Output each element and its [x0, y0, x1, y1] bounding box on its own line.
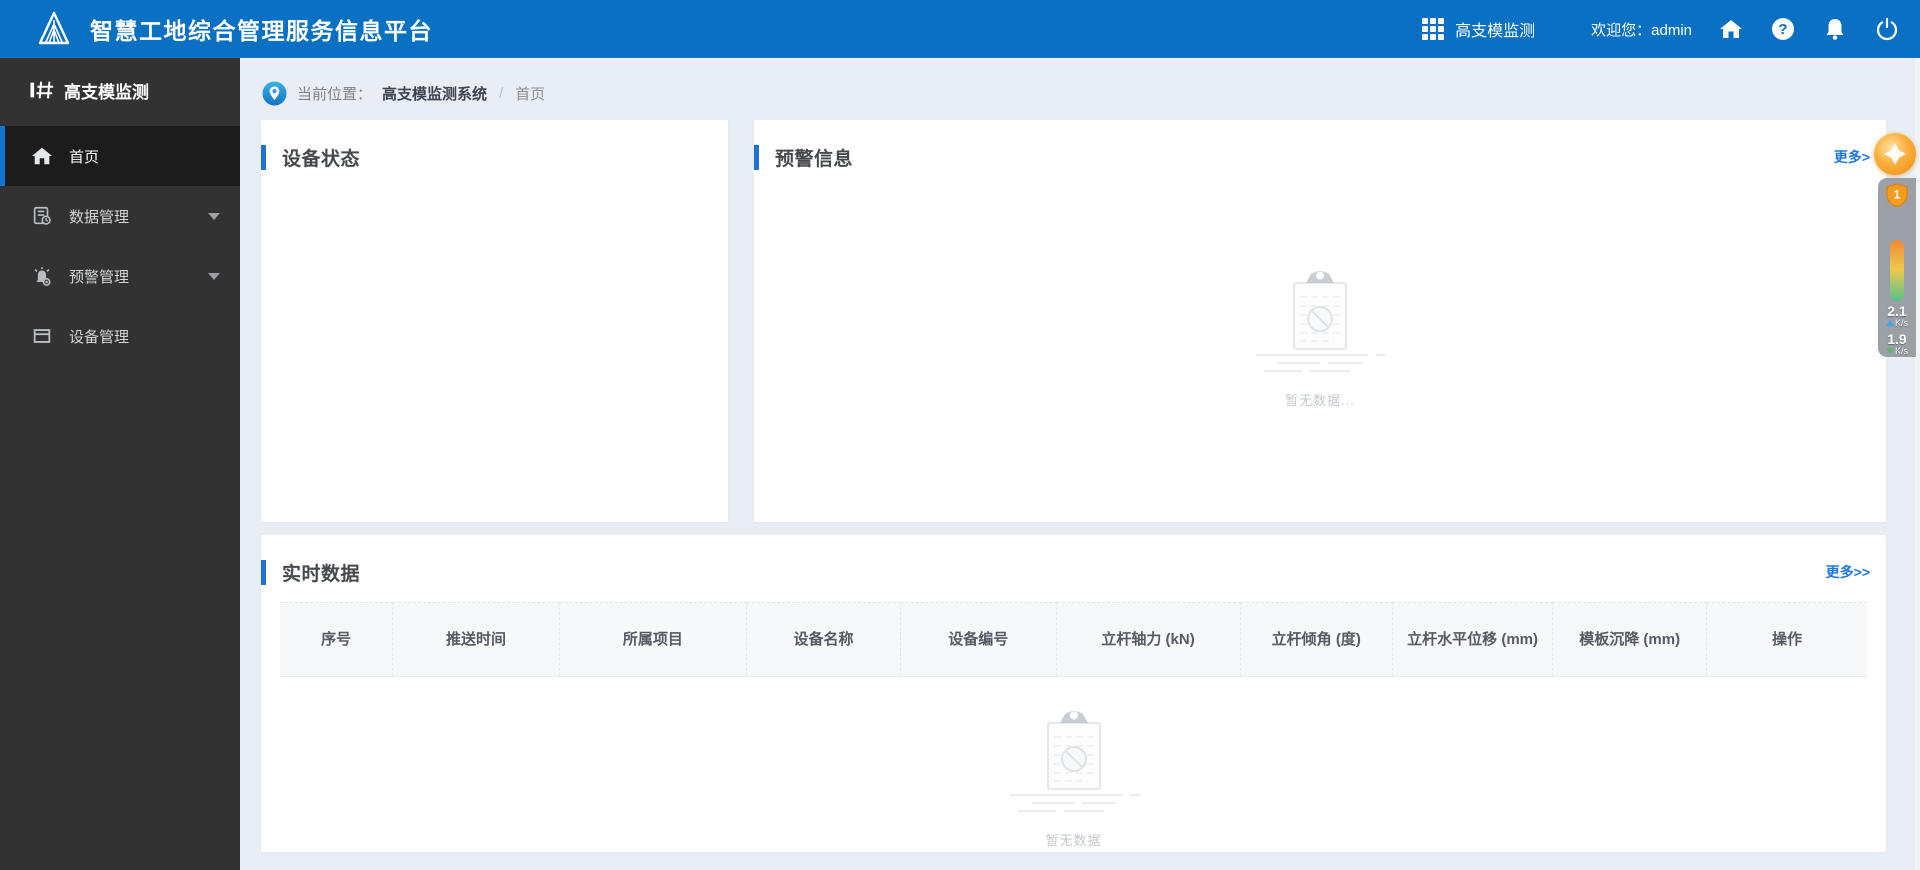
- realtime-more-link[interactable]: 更多>>: [1826, 562, 1870, 582]
- chevron-down-icon: [208, 213, 220, 220]
- shield-badge-count: 1: [1894, 188, 1901, 202]
- realtime-data-table: 序号 推送时间 所属项目 设备名称 设备编号 立杆轴力 (kN) 立杆倾角 (度) 立杆水平位…: [280, 602, 1867, 677]
- upload-speed-unit: K/s: [1894, 318, 1908, 328]
- realtime-empty-state: 暂无数据: [261, 707, 1886, 849]
- breadcrumb: 当前位置： 高支模监测系统 / 首页: [262, 78, 1920, 108]
- apps-grid-icon: [1420, 16, 1446, 42]
- sidebar-nav: 首页 数据管理 预警管理 设备管理: [0, 126, 240, 366]
- security-ball-icon[interactable]: [1874, 133, 1916, 175]
- column-header: 立杆轴力 (kN): [1056, 602, 1241, 677]
- device-status-panel-header: 设备状态: [261, 120, 728, 171]
- upload-speed-value: 2.1: [1887, 303, 1907, 319]
- welcome-label: 欢迎您：: [1591, 21, 1652, 39]
- realtime-table-header-row: 序号 推送时间 所属项目 设备名称 设备编号 立杆轴力 (kN) 立杆倾角 (度) 立杆水平位…: [280, 602, 1867, 677]
- column-header: 设备编号: [900, 602, 1057, 677]
- panel-title: 设备状态: [282, 149, 361, 170]
- data-management-icon: [30, 204, 54, 228]
- download-speed-unit: K/s: [1894, 346, 1908, 356]
- app-switcher[interactable]: 高支模监测: [1420, 16, 1535, 42]
- sidebar-item-data-management[interactable]: 数据管理: [0, 186, 240, 246]
- sidebar-item-label: 预警管理: [69, 268, 130, 286]
- device-management-icon: [30, 324, 54, 348]
- sidebar-item-alarm-management[interactable]: 预警管理: [0, 246, 240, 306]
- panel-title: 实时数据: [282, 564, 361, 585]
- platform-logo-icon: [34, 9, 74, 49]
- sidebar-item-label: 设备管理: [69, 328, 130, 346]
- upload-speed: 2.1 K/s: [1885, 303, 1908, 329]
- top-panels-row: 设备状态 预警信息 更多> 暂无数据...: [261, 120, 1886, 522]
- device-status-panel: 设备状态: [261, 120, 728, 522]
- breadcrumb-prefix: 当前位置：: [297, 85, 373, 103]
- username: admin: [1651, 21, 1692, 39]
- column-header: 立杆倾角 (度): [1240, 602, 1393, 677]
- sidebar-brand: 高支模监测: [0, 58, 240, 122]
- sidebar-item-home[interactable]: 首页: [0, 126, 240, 186]
- column-header: 操作: [1706, 602, 1867, 677]
- net-speed-widget[interactable]: 1 2.1 K/s 1.9 K/s: [1878, 178, 1916, 357]
- warning-info-panel-header: 预警信息 更多>: [754, 120, 1886, 171]
- column-header: 推送时间: [392, 602, 560, 677]
- sidebar-brand-label: 高支模监测: [64, 82, 149, 102]
- platform-title: 智慧工地综合管理服务信息平台: [90, 18, 433, 44]
- location-pin-icon: [262, 81, 287, 106]
- empty-text: 暂无数据...: [1285, 393, 1355, 408]
- realtime-data-panel-header: 实时数据 更多>>: [261, 535, 1886, 586]
- warning-empty-state: 暂无数据...: [754, 267, 1886, 409]
- bell-icon[interactable]: [1822, 16, 1848, 42]
- home-icon[interactable]: [1718, 16, 1744, 42]
- main-content: 当前位置： 高支模监测系统 / 首页 设备状态 预警信息 更多> 暂无数据...…: [240, 58, 1920, 870]
- shield-badge-icon: 1: [1886, 183, 1908, 212]
- empty-text: 暂无数据: [1045, 833, 1102, 848]
- download-speed: 1.9 K/s: [1885, 331, 1908, 357]
- power-icon[interactable]: [1874, 16, 1900, 42]
- download-speed-value: 1.9: [1887, 331, 1907, 347]
- download-arrow-icon: [1885, 348, 1894, 354]
- help-icon[interactable]: ?: [1770, 16, 1796, 42]
- column-header: 立杆水平位移 (mm): [1392, 602, 1554, 677]
- breadcrumb-separator: /: [499, 84, 504, 102]
- sidebar-item-label: 数据管理: [69, 208, 130, 226]
- home-icon: [30, 144, 54, 168]
- chevron-down-icon: [208, 273, 220, 280]
- no-data-clipboard-icon: [1250, 267, 1390, 384]
- upload-arrow-icon: [1885, 320, 1894, 326]
- warning-more-link[interactable]: 更多>: [1834, 147, 1870, 167]
- sidebar-item-device-management[interactable]: 设备管理: [0, 306, 240, 366]
- column-header: 序号: [280, 602, 394, 677]
- header-actions: 高支模监测 欢迎您：admin ?: [1420, 16, 1900, 42]
- breadcrumb-current: 首页: [515, 85, 546, 103]
- welcome-text: 欢迎您：admin: [1591, 19, 1692, 40]
- brand: 智慧工地综合管理服务信息平台: [34, 9, 433, 49]
- warning-info-panel: 预警信息 更多> 暂无数据...: [754, 120, 1886, 522]
- breadcrumb-root[interactable]: 高支模监测系统: [382, 83, 487, 104]
- no-data-clipboard-icon: [1004, 707, 1144, 824]
- panel-title: 预警信息: [775, 149, 854, 170]
- column-header: 模板沉降 (mm): [1552, 602, 1708, 677]
- column-header: 设备名称: [746, 602, 901, 677]
- realtime-data-panel: 实时数据 更多>> 序号 推送时间 所属项目 设备名称 设备编号 立杆轴力 (kN) 立杆倾…: [261, 535, 1886, 852]
- sidebar-brand-icon: [30, 78, 54, 102]
- svg-text:?: ?: [1778, 21, 1787, 38]
- app-switcher-label: 高支模监测: [1455, 23, 1536, 40]
- column-header: 所属项目: [559, 602, 748, 677]
- speed-gauge-bar: [1890, 240, 1904, 301]
- sidebar: 高支模监测 首页 数据管理 预警管理 设备管理: [0, 58, 240, 870]
- top-header-bar: 智慧工地综合管理服务信息平台 高支模监测 欢迎您：admin ?: [0, 0, 1920, 58]
- alarm-management-icon: [30, 264, 54, 288]
- sidebar-item-label: 首页: [69, 148, 100, 166]
